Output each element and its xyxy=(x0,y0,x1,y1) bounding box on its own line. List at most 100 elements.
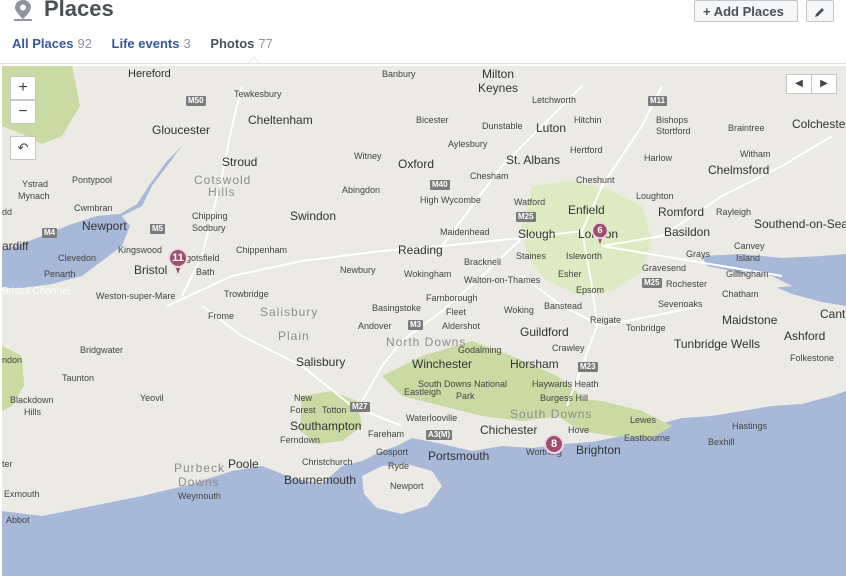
map-label: Watford xyxy=(514,197,546,207)
map-label: Bicester xyxy=(416,115,449,125)
map-label: Rochester xyxy=(666,279,708,289)
tab-photos[interactable]: Photos 77 xyxy=(210,36,273,51)
map-label: Oxford xyxy=(398,157,435,171)
map-label: Clevedon xyxy=(58,253,97,263)
places-header: Places + Add Places All Places 92 Life ev… xyxy=(0,0,846,64)
map-label: Luton xyxy=(536,121,567,135)
map-label: Exmouth xyxy=(4,489,40,499)
map-label: Bracknell xyxy=(464,257,502,267)
map-label: Haywards Heath xyxy=(532,379,599,389)
map-label: Forest xyxy=(290,405,316,415)
photo-cluster-pin-worthing[interactable]: 8 xyxy=(544,434,564,462)
map-label: Gosport xyxy=(376,447,409,457)
zoom-in-button[interactable]: + xyxy=(10,76,36,100)
map-label: Horsham xyxy=(510,357,559,371)
map-label: Bristol Channel xyxy=(2,286,70,297)
map-label: Park xyxy=(456,391,475,401)
next-button[interactable]: ▶ xyxy=(811,74,837,94)
map-label: Aldershot xyxy=(442,321,481,331)
map-label: Ferndown xyxy=(280,435,321,445)
map-label: Aylesbury xyxy=(448,139,488,149)
map-base xyxy=(2,66,846,576)
map-label: Weymouth xyxy=(178,491,221,501)
map-label: Bridgwater xyxy=(80,345,124,355)
map-label: Banbury xyxy=(382,69,416,79)
reset-map-button[interactable]: ↶ xyxy=(10,136,36,160)
map-label: Newport xyxy=(82,219,127,233)
map-label: Lewes xyxy=(630,415,657,425)
map-label: Abingdon xyxy=(342,185,381,195)
map-label: Chesham xyxy=(470,171,509,181)
edit-button[interactable] xyxy=(806,0,834,22)
map-label: Tunbridge Wells xyxy=(674,337,761,351)
map-label: South Downs National xyxy=(418,379,508,389)
map-label: Witney xyxy=(354,151,382,161)
map-label: Cant xyxy=(820,307,846,321)
map-label: Tonbridge xyxy=(626,323,666,333)
road-shield: M5 xyxy=(150,224,166,234)
map-label: Epsom xyxy=(576,285,605,295)
map-label: ndon xyxy=(2,355,23,365)
map-label: Salisbury xyxy=(296,355,346,369)
road-shield: M23 xyxy=(578,362,598,372)
map-label: Chichester xyxy=(480,423,538,437)
map-label: Kingswood xyxy=(118,245,163,255)
map-label: Bath xyxy=(196,267,215,277)
road-shield: M25 xyxy=(642,278,662,288)
tab-all-places[interactable]: All Places 92 xyxy=(12,36,92,51)
map-label: Chippenham xyxy=(236,245,288,255)
map-label: Basingstoke xyxy=(372,303,422,313)
previous-button[interactable]: ◀ xyxy=(786,74,812,94)
map-label: Gillingham xyxy=(726,269,769,279)
map-label: Swindon xyxy=(290,209,337,223)
map-label: dd xyxy=(2,207,13,217)
road-shield: M3 xyxy=(408,320,424,330)
road-shield: M4 xyxy=(42,228,58,238)
map-label: Enfield xyxy=(568,203,605,217)
road-shield: M50 xyxy=(186,96,206,106)
photo-cluster-pin-bristol[interactable]: 11 xyxy=(168,248,188,276)
map-label: Rayleigh xyxy=(716,207,752,217)
add-places-button[interactable]: + Add Places xyxy=(694,0,798,22)
map-label: ardiff xyxy=(2,239,29,253)
map-label: Godalming xyxy=(458,345,502,355)
map-label: Christchurch xyxy=(302,457,353,467)
map-label: Purbeck xyxy=(174,461,226,475)
map-label: Staines xyxy=(516,251,547,261)
map-label: Waterlooville xyxy=(406,413,458,423)
map-label: Blackdown xyxy=(10,395,54,405)
map-label: Banstead xyxy=(544,301,583,311)
road-shield: A3(M) xyxy=(426,430,453,440)
map-label: Hereford xyxy=(128,68,171,80)
map-label: Hitchin xyxy=(574,115,602,125)
map-label: gotsfield xyxy=(186,253,220,263)
map-label: Ryde xyxy=(388,461,410,471)
tab-life-events[interactable]: Life events 3 xyxy=(112,36,191,51)
map-label: St. Albans xyxy=(506,153,561,167)
road-shield: M11 xyxy=(648,96,668,106)
map-label: South Downs xyxy=(510,407,593,421)
map-label: Burgess Hill xyxy=(540,393,589,403)
map-label: Folkestone xyxy=(790,353,835,363)
map-label: Island xyxy=(736,253,761,263)
map-label: Poole xyxy=(228,457,259,471)
map-label: Hove xyxy=(568,425,590,435)
map-label: Newport xyxy=(390,481,424,491)
map-label: Gravesend xyxy=(642,263,687,273)
map-label: High Wycombe xyxy=(420,195,481,205)
map-label: Chelmsford xyxy=(708,163,770,177)
map-label: Slough xyxy=(518,227,556,241)
map-label: Brighton xyxy=(576,443,621,457)
map-label: Witham xyxy=(740,149,771,159)
zoom-out-button[interactable]: − xyxy=(10,100,36,124)
map-label: Hills xyxy=(24,407,41,417)
page-title: Places xyxy=(44,0,114,21)
map-label: Fareham xyxy=(368,429,405,439)
map-label: Sodbury xyxy=(192,223,226,233)
map-label: Bristol xyxy=(134,263,168,277)
map-label: Andover xyxy=(358,321,392,331)
map-label: Romford xyxy=(658,205,705,219)
map-view[interactable]: Hereford Banbury Milton Keynes Tewkesbur… xyxy=(2,66,846,576)
photo-cluster-pin-london[interactable]: 6 xyxy=(591,222,609,246)
map-label: Chatham xyxy=(722,289,759,299)
